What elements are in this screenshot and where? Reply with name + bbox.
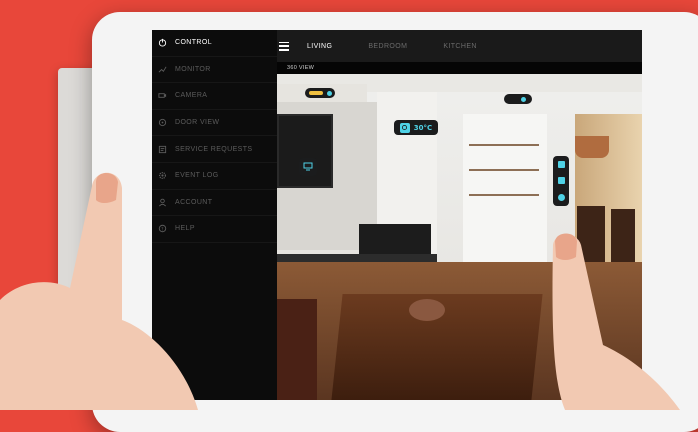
sidebar-item-camera[interactable]: CAMERA xyxy=(152,83,277,110)
pendant-lamp xyxy=(575,136,609,158)
blinds-control-widget[interactable] xyxy=(553,156,569,206)
tab-bedroom[interactable]: BEDROOM xyxy=(368,43,407,50)
shelf xyxy=(469,169,539,171)
sidebar-item-door-view[interactable]: DOOR VIEW xyxy=(152,110,277,137)
tab-living[interactable]: LIVING xyxy=(307,43,332,50)
light-on-indicator xyxy=(308,91,323,95)
room-tab-bar: LIVING BEDROOM KITCHEN xyxy=(277,30,642,62)
blinds-down-icon[interactable] xyxy=(557,194,565,202)
thermostat-widget[interactable]: 30°C xyxy=(394,120,438,135)
toggle-knob xyxy=(326,90,332,96)
blinds-stop-icon[interactable] xyxy=(557,177,565,185)
wrench-icon xyxy=(158,145,167,154)
shelf xyxy=(469,144,539,146)
decor-bowl xyxy=(409,299,445,321)
toggle-knob xyxy=(520,96,526,102)
television xyxy=(277,114,333,188)
tv-icon xyxy=(303,158,313,176)
door-icon xyxy=(158,118,167,127)
blinds-up-icon[interactable] xyxy=(557,160,565,168)
light-toggle-1[interactable] xyxy=(305,88,335,98)
sidebar-item-label: MONITOR xyxy=(175,65,211,73)
sidebar-item-service-requests[interactable]: SERVICE REQUESTS xyxy=(152,136,277,163)
thermometer-icon xyxy=(399,122,410,133)
left-hand xyxy=(0,160,205,410)
tv-control-button[interactable] xyxy=(299,158,317,176)
light-toggle-2[interactable] xyxy=(504,94,532,104)
hamburger-menu-icon[interactable] xyxy=(279,41,289,51)
shelf xyxy=(469,194,539,196)
camera-icon xyxy=(158,91,167,100)
sidebar-item-label: DOOR VIEW xyxy=(175,119,220,127)
right-hand xyxy=(505,225,698,410)
sidebar-item-label: CAMERA xyxy=(175,92,208,100)
chart-icon xyxy=(158,65,167,74)
sidebar-item-control[interactable]: CONTROL xyxy=(152,30,277,57)
sidebar-item-label: CONTROL xyxy=(175,39,213,47)
sidebar-item-monitor[interactable]: MONITOR xyxy=(152,57,277,84)
view-mode-label: 360 VIEW xyxy=(277,62,642,74)
thermostat-value: 30°C xyxy=(413,123,433,132)
sidebar-item-label: SERVICE REQUESTS xyxy=(175,145,253,153)
tab-kitchen[interactable]: KITCHEN xyxy=(443,43,477,50)
power-icon xyxy=(158,38,167,47)
sofa xyxy=(277,299,317,400)
